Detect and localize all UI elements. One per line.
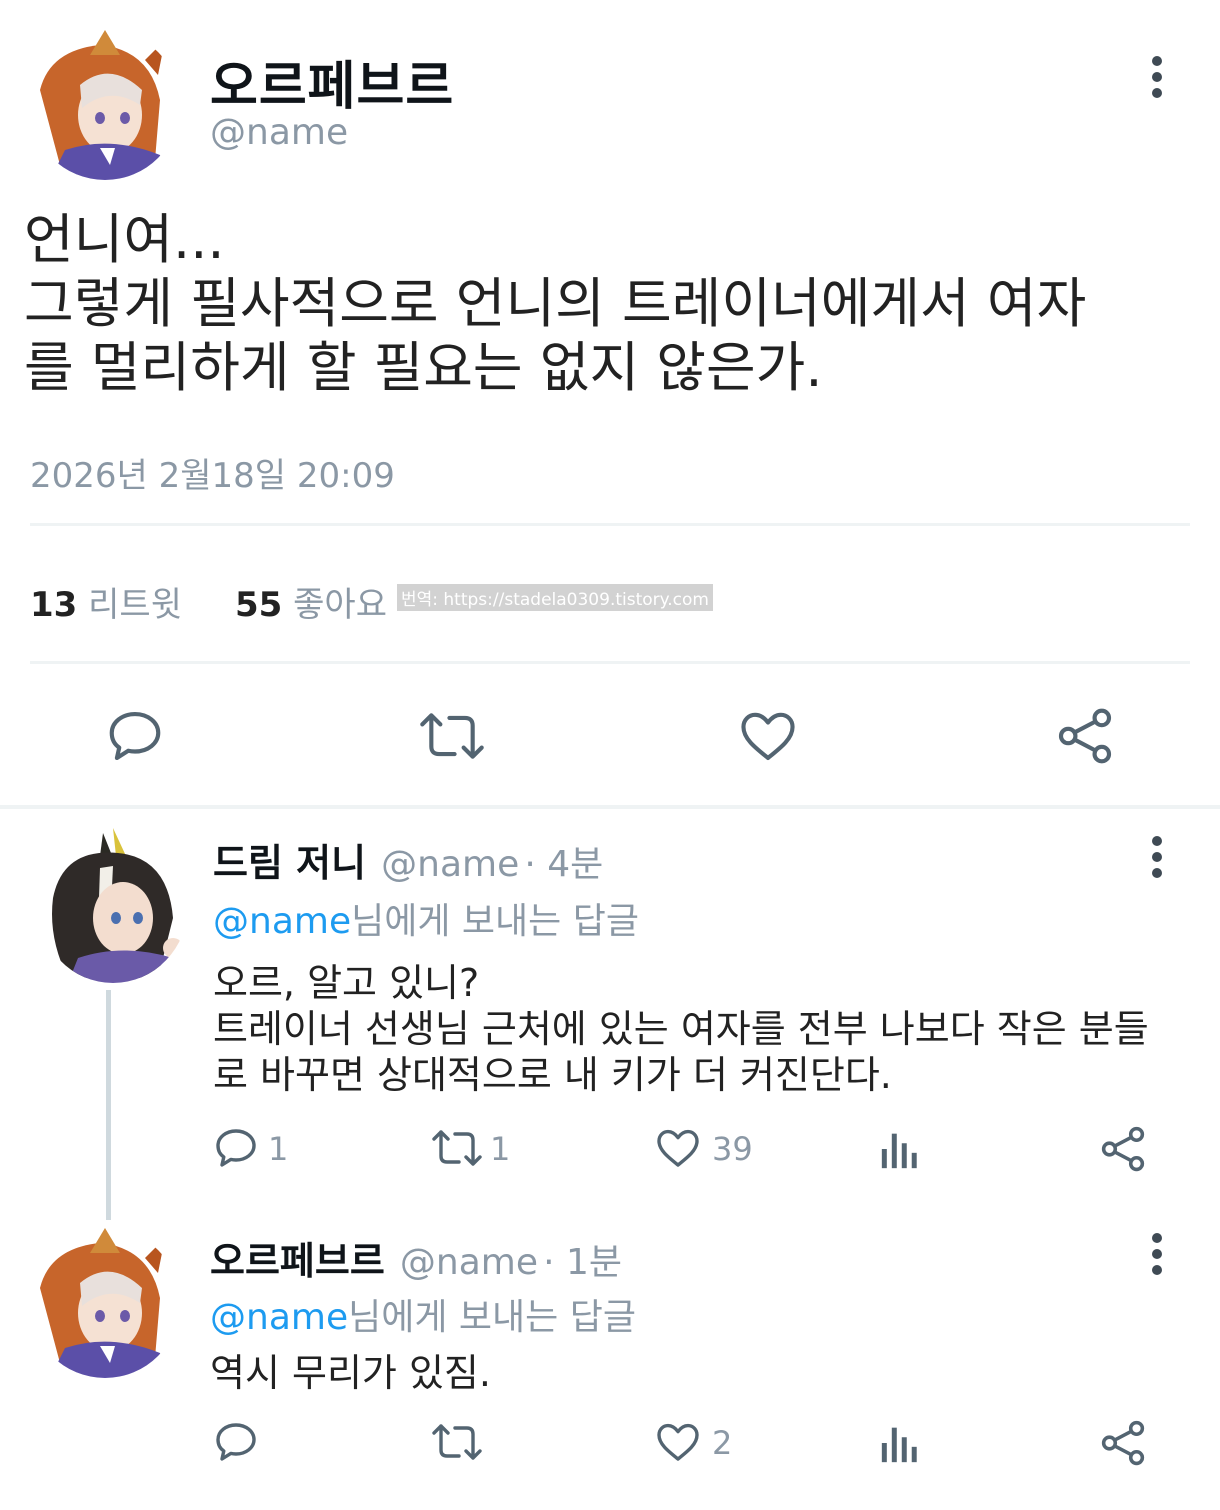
orfevre-avatar[interactable] — [30, 30, 180, 180]
thread-line — [106, 990, 111, 1220]
orfevre-avatar[interactable] — [30, 1228, 180, 1378]
more-options-icon[interactable] — [1149, 1233, 1165, 1275]
display-name[interactable]: 오르페브르 — [210, 44, 454, 119]
like-label: 좋아요 — [293, 585, 387, 625]
display-name[interactable]: 드림 저니 — [213, 841, 366, 885]
reply-icon[interactable] — [104, 705, 166, 767]
like-stat[interactable]: 55 좋아요 — [235, 577, 387, 626]
reply-mention[interactable]: @name — [210, 1297, 348, 1338]
reply-mention[interactable]: @name — [213, 901, 351, 942]
section-divider — [0, 805, 1220, 809]
replying-to: @name님에게 보내는 답글 — [213, 892, 639, 944]
reply-text: 오르, 알고 있니? 트레이너 선생님 근처에 있는 여자를 전부 나보다 작은… — [213, 961, 1149, 1097]
analytics-icon[interactable] — [878, 1126, 924, 1172]
reply-count: 1 — [268, 1130, 289, 1168]
retweet-label: 리트윗 — [88, 585, 182, 625]
reply-to-label: 님에게 보내는 답글 — [348, 1297, 636, 1338]
replying-to: @name님에게 보내는 답글 — [210, 1288, 636, 1340]
analytics-icon[interactable] — [878, 1420, 924, 1466]
reply-time: · 4분 — [524, 844, 604, 885]
display-name[interactable]: 오르페브르 — [210, 1239, 385, 1283]
like-icon[interactable] — [654, 1124, 702, 1172]
divider — [30, 523, 1190, 526]
reply-header: 오르페브르 @name · 1분 — [210, 1230, 622, 1285]
tweet-text: 언니여... 그렇게 필사적으로 언니의 트레이너에게서 여자 를 멀리하게 할… — [24, 208, 1087, 399]
handle[interactable]: @name — [210, 112, 348, 153]
divider — [30, 661, 1190, 664]
retweet-count: 1 — [490, 1130, 511, 1168]
reply-header: 드림 저니 @name · 4분 — [213, 832, 603, 887]
dream-journey-avatar[interactable] — [38, 828, 188, 983]
retweet-stat[interactable]: 13 리트윗 — [30, 577, 182, 626]
reply-time: · 1분 — [543, 1242, 623, 1283]
reply-icon[interactable] — [212, 1418, 260, 1466]
handle[interactable]: @name — [400, 1242, 538, 1283]
like-icon[interactable] — [654, 1418, 702, 1466]
like-count: 55 — [235, 585, 283, 625]
share-icon[interactable] — [1054, 705, 1116, 767]
retweet-count: 13 — [30, 585, 78, 625]
share-icon[interactable] — [1098, 1124, 1148, 1174]
handle[interactable]: @name — [381, 844, 519, 885]
share-icon[interactable] — [1098, 1418, 1148, 1468]
translation-watermark: 번역: https://stadela0309.tistory.com — [397, 584, 713, 611]
reply-text: 역시 무리가 있짐. — [210, 1351, 491, 1395]
like-count: 39 — [712, 1130, 753, 1168]
like-count: 2 — [712, 1424, 733, 1462]
retweet-icon[interactable] — [430, 1124, 484, 1172]
reply-to-label: 님에게 보내는 답글 — [351, 901, 639, 942]
more-options-icon[interactable] — [1149, 836, 1165, 878]
retweet-icon[interactable] — [430, 1418, 484, 1466]
more-options-icon[interactable] — [1149, 56, 1165, 98]
tweet-timestamp[interactable]: 2026년 2월18일 20:09 — [30, 448, 395, 497]
reply-icon[interactable] — [212, 1124, 260, 1172]
retweet-icon[interactable] — [417, 705, 487, 767]
like-icon[interactable] — [737, 705, 799, 767]
